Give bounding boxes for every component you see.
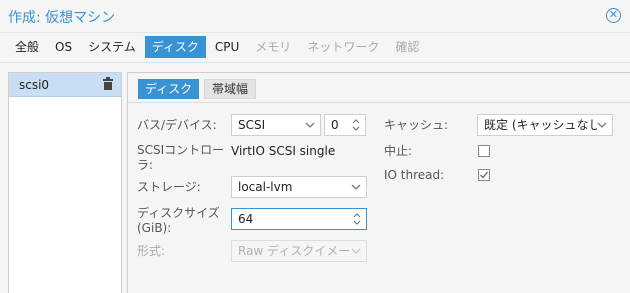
discard-label: 中止: bbox=[384, 144, 413, 158]
storage-label: ストレージ: bbox=[137, 180, 201, 194]
disk-size-label: ディスクサイズ (GiB): bbox=[137, 206, 220, 235]
window-titlebar: 作成: 仮想マシン ✕ bbox=[0, 0, 630, 33]
bus-select[interactable]: SCSI bbox=[231, 114, 321, 136]
bus-value: SCSI bbox=[238, 118, 266, 132]
storage-select[interactable]: local-lvm bbox=[231, 176, 367, 198]
tab-cpu[interactable]: CPU bbox=[208, 36, 246, 58]
disk-list-item[interactable]: scsi0 bbox=[9, 73, 121, 97]
device-number-value: 0 bbox=[331, 118, 339, 132]
chevron-down-icon bbox=[351, 246, 361, 256]
chevron-down-icon bbox=[351, 182, 361, 192]
storage-value: local-lvm bbox=[238, 180, 293, 194]
tab-os[interactable]: OS bbox=[48, 36, 79, 58]
chevron-down-icon bbox=[597, 120, 607, 130]
divider bbox=[0, 62, 630, 63]
cache-label: キャッシュ: bbox=[384, 118, 449, 132]
chevron-down-icon bbox=[305, 120, 315, 130]
format-label: 形式: bbox=[137, 244, 166, 258]
tab-memory: メモリ bbox=[255, 40, 292, 54]
format-value: Raw ディスクイメー bbox=[238, 244, 351, 258]
wizard-tabs: 全般 OS システム ディスク CPU メモリ ネットワーク 確認 bbox=[8, 36, 426, 58]
device-number-spinner[interactable]: 0 bbox=[324, 114, 366, 136]
cache-select[interactable]: 既定 (キャッシュなし bbox=[477, 114, 613, 136]
tab-disk[interactable]: ディスク bbox=[144, 36, 206, 58]
discard-checkbox[interactable] bbox=[478, 145, 490, 157]
scsi-controller-label: SCSIコントローラ: bbox=[137, 143, 225, 172]
scsi-controller-value: VirtIO SCSI single bbox=[231, 144, 336, 158]
disk-list: scsi0 bbox=[8, 72, 122, 293]
tab-system[interactable]: システム bbox=[81, 36, 143, 58]
cache-value: 既定 (キャッシュなし bbox=[484, 118, 601, 132]
tab-general[interactable]: 全般 bbox=[8, 36, 46, 58]
subtab-divider bbox=[128, 102, 630, 103]
window-title: 作成: 仮想マシン bbox=[8, 10, 116, 26]
format-select: Raw ディスクイメー bbox=[231, 240, 367, 262]
io-thread-label: IO thread: bbox=[384, 168, 445, 182]
io-thread-checkbox[interactable] bbox=[478, 169, 490, 181]
spinner-arrows-icon[interactable] bbox=[351, 117, 361, 133]
trash-icon[interactable] bbox=[103, 77, 113, 90]
close-circle-icon[interactable]: ✕ bbox=[606, 8, 621, 23]
tab-confirm: 確認 bbox=[395, 40, 420, 54]
subtab-disk[interactable]: ディスク bbox=[138, 79, 200, 99]
disk-size-input[interactable]: 64 bbox=[231, 208, 367, 230]
disk-settings-panel: ディスク 帯域幅 バス/デバイス: SCSI 0 SCSIコントローラ: Vir… bbox=[127, 72, 630, 293]
disk-size-value: 64 bbox=[238, 212, 254, 226]
bus-device-label: バス/デバイス: bbox=[137, 118, 217, 132]
subtab-bandwidth[interactable]: 帯域幅 bbox=[204, 79, 257, 99]
spinner-arrows-icon[interactable] bbox=[352, 211, 362, 227]
disk-label: scsi0 bbox=[19, 78, 50, 92]
tab-network: ネットワーク bbox=[307, 40, 380, 54]
checkmark-icon bbox=[480, 171, 489, 179]
